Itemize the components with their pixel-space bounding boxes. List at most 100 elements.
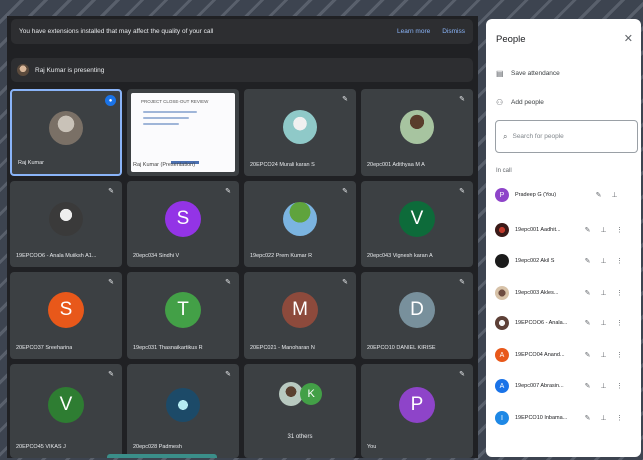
participant-name: 20epc034 Sindhi V (133, 253, 180, 259)
participant-tile[interactable]: ✎ 20epc001 Adithyaa M A (361, 89, 473, 176)
learn-more-link[interactable]: Learn more (397, 28, 430, 35)
slide-line (143, 123, 179, 125)
mic-off-icon: ✎ (108, 371, 114, 378)
search-icon: ⌕ (503, 131, 508, 141)
participant-avatar: V (48, 387, 84, 424)
participant-avatar: A (495, 379, 509, 393)
mic-off-icon[interactable]: ✎ (582, 414, 593, 422)
more-options-icon[interactable]: ⋮ (614, 226, 625, 234)
participant-row[interactable]: 19epc003 Akles... ✎ ⊥ ⋮ (495, 280, 637, 306)
participant-name: Raj Kumar (Presentation) (133, 162, 196, 168)
participant-tile[interactable]: S ✎ 20EPCO37 Sreeharina (10, 272, 122, 359)
mic-off-icon[interactable]: ✎ (593, 191, 604, 199)
participant-photo (49, 110, 83, 145)
add-people-button[interactable]: ⚇ Add people (496, 98, 544, 107)
search-input[interactable] (512, 133, 623, 140)
participant-avatar: S (165, 200, 201, 237)
participant-tile[interactable]: V ✎ 20EPCO45 VIKAS J (10, 364, 122, 458)
slide-line (143, 111, 197, 113)
participant-name: 19epc031 Thasnaikartikus R (133, 345, 203, 351)
mic-off-icon[interactable]: ✎ (582, 382, 593, 390)
pin-icon[interactable]: ⊥ (598, 226, 609, 234)
participant-avatar: P (399, 387, 435, 424)
participant-tile[interactable]: ✎ 20epc028 Padmesh (127, 364, 239, 458)
banner-message: You have extensions installed that may a… (19, 28, 214, 35)
participant-row[interactable]: A 19EPCO04 Anand... ✎ ⊥ ⋮ (495, 342, 637, 368)
mic-off-icon[interactable]: ✎ (582, 226, 593, 234)
participant-name: 19EPCO10 Inbama... (515, 415, 568, 421)
search-box[interactable]: ⌕ (495, 120, 638, 153)
participant-tile[interactable]: M ✎ 20EPC021 - Manoharan N (244, 272, 356, 359)
pin-icon[interactable]: ⊥ (609, 191, 620, 199)
mic-off-icon: ✎ (342, 188, 348, 195)
participant-avatar: A (495, 348, 509, 362)
participant-tile[interactable]: ● Raj Kumar (10, 89, 122, 176)
mic-off-icon: ✎ (459, 279, 465, 286)
more-options-icon[interactable]: ⋮ (614, 319, 625, 327)
participant-avatar (495, 316, 509, 330)
participant-avatar: V (399, 200, 435, 237)
pin-icon[interactable]: ⊥ (598, 319, 609, 327)
extension-warning-banner: You have extensions installed that may a… (11, 19, 473, 44)
more-options-icon[interactable]: ⋮ (614, 289, 625, 297)
participant-row[interactable]: A 19epc007 Abrasin... ✎ ⊥ ⋮ (495, 373, 637, 399)
participant-name: 20EPC021 - Manoharan N (250, 345, 315, 351)
save-attendance-label: Save attendance (511, 70, 560, 77)
mic-off-icon: ✎ (108, 279, 114, 286)
participant-name: Pradeep G (You) (515, 192, 557, 198)
pin-icon[interactable]: ⊥ (598, 414, 609, 422)
mic-off-icon: ✎ (459, 188, 465, 195)
meeting-area: You have extensions installed that may a… (7, 16, 478, 458)
pin-icon[interactable]: ⊥ (598, 351, 609, 359)
participant-avatar: M (282, 292, 318, 329)
close-icon[interactable]: ✕ (624, 32, 633, 45)
participant-tile[interactable]: V ✎ 20epc043 Vignesh karan A (361, 181, 473, 267)
mic-off-icon: ✎ (342, 96, 348, 103)
participant-row[interactable]: 19epc001 Aadhit... ✎ ⊥ ⋮ (495, 217, 637, 243)
speaking-indicator-icon: ● (105, 95, 116, 106)
participant-avatar: P (495, 188, 509, 202)
participant-tile[interactable]: ✎ 19epc022 Prem Kumar R (244, 181, 356, 267)
participant-row[interactable]: 19EPCOO6 - Anala... ✎ ⊥ ⋮ (495, 310, 637, 336)
slide-title: PROJECT CLOSE-OUT REVIEW (141, 99, 209, 104)
pin-icon[interactable]: ⊥ (598, 257, 609, 265)
participant-photo (283, 201, 317, 236)
more-options-icon[interactable]: ⋮ (614, 257, 625, 265)
slide-line (143, 117, 189, 119)
participant-name: 20EPCO45 VIKAS J (16, 444, 66, 450)
mic-off-icon[interactable]: ✎ (582, 257, 593, 265)
participant-tile[interactable]: S ✎ 20epc034 Sindhi V (127, 181, 239, 267)
save-attendance-button[interactable]: ▤ Save attendance (496, 69, 560, 78)
people-panel: People ✕ ▤ Save attendance ⚇ Add people … (486, 19, 641, 457)
participant-tile[interactable]: D ✎ 20EPCO10 DANIEL KIRISE (361, 272, 473, 359)
control-bar-edge (107, 454, 217, 458)
participant-row[interactable]: I 19EPCO10 Inbama... ✎ ⊥ ⋮ (495, 405, 637, 431)
mic-off-icon[interactable]: ✎ (582, 319, 593, 327)
add-people-label: Add people (511, 99, 544, 106)
more-options-icon[interactable]: ⋮ (614, 351, 625, 359)
participant-tile[interactable]: ✎ 20EPCO24 Murali karan S (244, 89, 356, 176)
add-person-icon: ⚇ (496, 98, 504, 107)
participant-row[interactable]: 19epc002 Akil S ✎ ⊥ ⋮ (495, 248, 637, 274)
self-tile[interactable]: P ✎ You (361, 364, 473, 458)
participant-name: 19epc002 Akil S (515, 258, 555, 264)
presentation-tile[interactable]: PROJECT CLOSE-OUT REVIEW Raj Kumar (Pres… (127, 89, 239, 176)
participant-avatar: T (165, 292, 201, 329)
participant-tile[interactable]: ✎ 19EPCOO6 - Anala Muiiksh A1... (10, 181, 122, 267)
more-options-icon[interactable]: ⋮ (614, 382, 625, 390)
mic-off-icon[interactable]: ✎ (582, 351, 593, 359)
participant-row[interactable]: P Pradeep G (You) ✎ ⊥ (495, 182, 637, 208)
pin-icon[interactable]: ⊥ (598, 289, 609, 297)
more-options-icon[interactable]: ⋮ (614, 414, 625, 422)
others-tile[interactable]: K 31 others (244, 364, 356, 458)
participant-avatar (495, 254, 509, 268)
participant-photo (49, 201, 83, 236)
participant-avatar: S (48, 292, 84, 329)
participant-name: Raj Kumar (18, 160, 44, 166)
mic-off-icon[interactable]: ✎ (582, 289, 593, 297)
participant-name: 19epc007 Abrasin... (515, 383, 564, 389)
pin-icon[interactable]: ⊥ (598, 382, 609, 390)
participant-tile[interactable]: T ✎ 19epc031 Thasnaikartikus R (127, 272, 239, 359)
dismiss-button[interactable]: Dismiss (442, 28, 465, 35)
participant-photo (166, 388, 200, 423)
